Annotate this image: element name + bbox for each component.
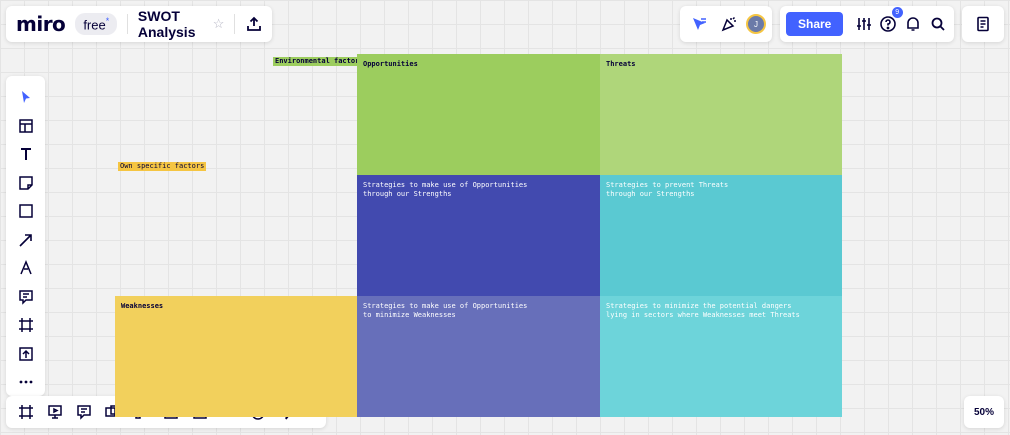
presentation-icon[interactable]: [41, 398, 69, 426]
share-panel: Share 9: [780, 6, 954, 42]
frame-icon[interactable]: [11, 312, 41, 339]
miro-logo[interactable]: miro: [16, 12, 66, 36]
plan-label: free: [83, 17, 106, 33]
left-toolbar: [6, 76, 45, 396]
environmental-factors-label[interactable]: Environmental factors: [273, 57, 366, 66]
arrow-icon[interactable]: [11, 227, 41, 254]
frames-icon[interactable]: [12, 398, 40, 426]
weaknesses-title: Weaknesses: [121, 302, 164, 310]
wo-strategy-text: Strategies to make use of Opportunities …: [363, 302, 528, 319]
strengths-threats-cell[interactable]: Strategies to prevent Threats through ou…: [600, 175, 842, 296]
board-title[interactable]: SWOT Analysis: [138, 8, 205, 40]
cursor-follow-icon[interactable]: [686, 11, 712, 37]
more-icon[interactable]: [11, 369, 41, 396]
opportunities-cell[interactable]: Opportunities: [357, 54, 600, 175]
help-icon[interactable]: 9: [878, 7, 903, 37]
top-left-panel: miro free* SWOT Analysis ☆: [6, 6, 272, 42]
help-badge: 9: [891, 7, 903, 18]
divider: [234, 14, 236, 34]
settings-sliders-icon[interactable]: [853, 11, 874, 37]
weaknesses-cell[interactable]: Weaknesses: [115, 296, 357, 417]
upload-icon[interactable]: [11, 341, 41, 368]
plan-marker: *: [105, 15, 110, 26]
search-icon[interactable]: [927, 11, 948, 37]
shape-icon[interactable]: [11, 198, 41, 225]
opportunities-title: Opportunities: [363, 60, 418, 68]
own-specific-factors-label[interactable]: Own specific factors: [118, 162, 207, 171]
comment-icon[interactable]: [11, 284, 41, 311]
text-icon[interactable]: [11, 141, 41, 168]
pen-icon[interactable]: [11, 255, 41, 282]
celebrate-icon[interactable]: [716, 11, 742, 37]
templates-icon[interactable]: [11, 113, 41, 140]
export-icon[interactable]: [245, 11, 262, 37]
divider: [127, 14, 128, 34]
zoom-level[interactable]: 50%: [964, 396, 1004, 428]
threats-title: Threats: [606, 60, 636, 68]
bell-icon[interactable]: [903, 11, 924, 37]
select-icon[interactable]: [11, 84, 41, 111]
weaknesses-opportunities-cell[interactable]: Strategies to make use of Opportunities …: [357, 296, 600, 417]
strengths-opportunities-cell[interactable]: Strategies to make use of Opportunities …: [357, 175, 600, 296]
notes-icon[interactable]: [970, 11, 996, 37]
notes-panel: [962, 6, 1004, 42]
user-avatar[interactable]: J: [746, 14, 766, 34]
wt-strategy-text: Strategies to minimize the potential dan…: [606, 302, 800, 319]
weaknesses-threats-cell[interactable]: Strategies to minimize the potential dan…: [600, 296, 842, 417]
comments-panel-icon[interactable]: [70, 398, 98, 426]
so-strategy-text: Strategies to make use of Opportunities …: [363, 181, 528, 198]
st-strategy-text: Strategies to prevent Threats through ou…: [606, 181, 729, 198]
collaboration-tools: J: [680, 6, 772, 42]
threats-cell[interactable]: Threats: [600, 54, 842, 175]
sticky-note-icon[interactable]: [11, 170, 41, 197]
share-button[interactable]: Share: [786, 12, 844, 36]
star-icon[interactable]: ☆: [213, 16, 225, 32]
plan-badge[interactable]: free*: [75, 12, 118, 36]
